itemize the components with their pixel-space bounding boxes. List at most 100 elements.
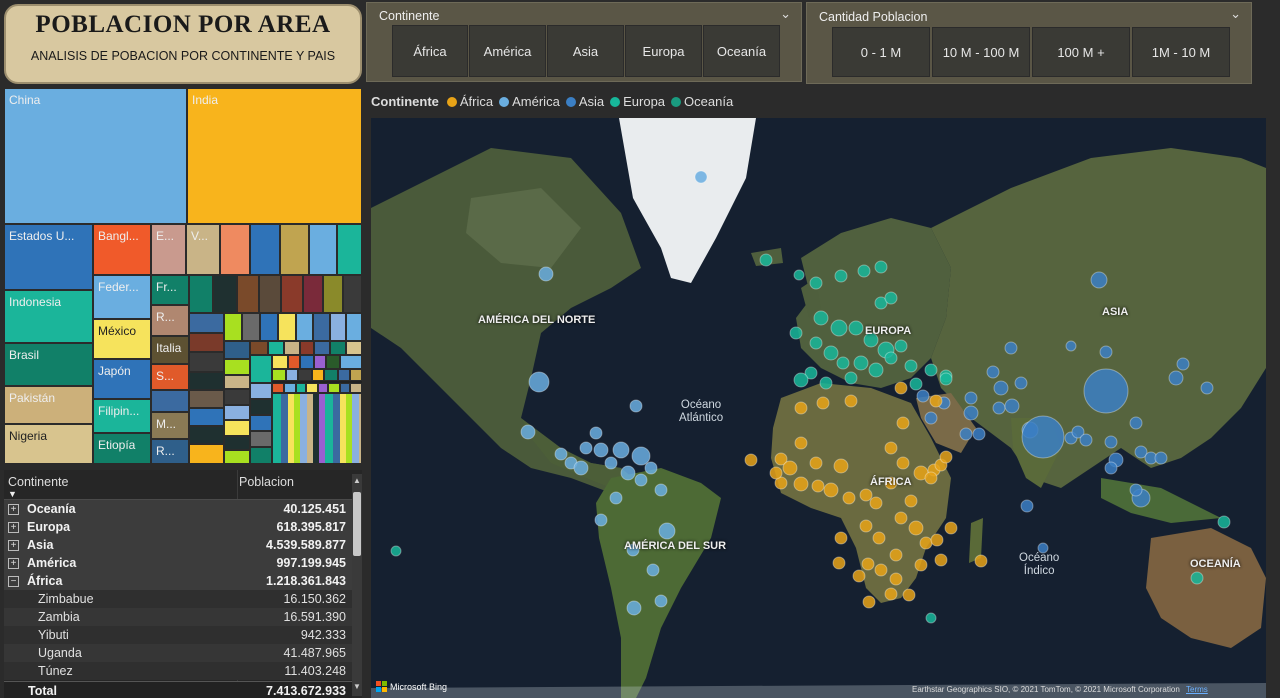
map-bubble[interactable]: [830, 319, 848, 337]
treemap-tile-pakistan[interactable]: Pakistán: [4, 386, 93, 424]
expand-icon[interactable]: +: [8, 539, 19, 551]
table-row-america[interactable]: + América 997.199.945: [4, 554, 352, 572]
slicer-option-10m-100m[interactable]: 10 M - 100 M: [932, 27, 1030, 77]
legend-item-africa[interactable]: África: [460, 94, 493, 109]
map-bubble[interactable]: [904, 494, 918, 508]
map-bubble[interactable]: [909, 377, 923, 391]
map-bubble[interactable]: [1090, 271, 1108, 289]
expand-icon[interactable]: +: [8, 521, 19, 533]
map-bubble[interactable]: [889, 548, 903, 562]
map-bubble[interactable]: [842, 491, 856, 505]
legend-item-asia[interactable]: Asia: [579, 94, 604, 109]
slicer-option-asia[interactable]: Asia: [547, 25, 624, 77]
treemap-tile-china[interactable]: China: [4, 88, 187, 224]
slicer-option-1m-10m[interactable]: 1M - 10 M: [1132, 27, 1230, 77]
map-bubble[interactable]: [809, 276, 823, 290]
map-bubble[interactable]: [1099, 345, 1113, 359]
map-bubble[interactable]: [908, 520, 924, 536]
map-bubble[interactable]: [1129, 483, 1143, 497]
map-bubble[interactable]: [993, 380, 1009, 396]
scroll-up-icon[interactable]: ▲: [353, 476, 361, 485]
slicer-option-100m-plus[interactable]: 100 M +: [1032, 27, 1130, 77]
table-row-europa[interactable]: + Europa 618.395.817: [4, 518, 352, 536]
map-bubble[interactable]: [579, 441, 593, 455]
terms-link[interactable]: Terms: [1186, 685, 1208, 694]
map-bubble[interactable]: [872, 531, 886, 545]
map-bubble[interactable]: [964, 391, 978, 405]
map-bubble[interactable]: [816, 396, 830, 410]
map-bubble[interactable]: [629, 399, 643, 413]
column-header-poblacion[interactable]: Poblacion: [239, 475, 294, 489]
expand-icon[interactable]: +: [8, 557, 19, 569]
table-row-africa[interactable]: − África 1.218.361.843: [4, 572, 352, 590]
map-bubble[interactable]: [862, 595, 876, 609]
scroll-down-icon[interactable]: ▼: [353, 682, 361, 691]
map-bubble[interactable]: [896, 456, 910, 470]
collapse-icon[interactable]: −: [8, 575, 19, 587]
map-bubble[interactable]: [992, 401, 1006, 415]
treemap-tile-francia[interactable]: Fr...: [151, 275, 189, 305]
map-bubble[interactable]: [853, 355, 869, 371]
table-row-yibuti[interactable]: Yibuti 942.333: [4, 626, 352, 644]
map-bubble[interactable]: [823, 482, 839, 498]
map-bubble[interactable]: [789, 326, 803, 340]
map-bubble[interactable]: [593, 442, 609, 458]
column-header-continente[interactable]: Continente: [8, 475, 68, 489]
treemap-tile-v[interactable]: V...: [186, 224, 220, 275]
map-bubble[interactable]: [963, 405, 979, 421]
treemap-tile-india[interactable]: India: [187, 88, 362, 224]
map-bubble[interactable]: [782, 460, 798, 476]
map-bubble[interactable]: [612, 441, 630, 459]
map-bubble[interactable]: [934, 553, 948, 567]
map-bubble[interactable]: [1176, 357, 1190, 371]
map-bubble[interactable]: [1168, 370, 1184, 386]
map-bubble[interactable]: [1104, 461, 1118, 475]
map-bubble[interactable]: [924, 471, 938, 485]
map-bubble[interactable]: [874, 260, 888, 274]
treemap-tile-italia[interactable]: Italia: [151, 336, 189, 364]
world-map[interactable]: AMÉRICA DEL NORTE EUROPA ASIA ÁFRICA AMÉ…: [371, 118, 1266, 698]
map-bubble[interactable]: [884, 291, 898, 305]
map-bubble[interactable]: [986, 365, 1000, 379]
map-bubble[interactable]: [904, 359, 918, 373]
map-bubble[interactable]: [1079, 433, 1093, 447]
map-bubble[interactable]: [1217, 515, 1231, 529]
table-scrollbar[interactable]: ▲ ▼: [352, 474, 362, 696]
map-bubble[interactable]: [1014, 376, 1028, 390]
map-bubble[interactable]: [930, 533, 944, 547]
map-bubble[interactable]: [809, 336, 823, 350]
map-bubble[interactable]: [869, 496, 883, 510]
map-bubble[interactable]: [974, 554, 988, 568]
map-bubble[interactable]: [626, 600, 642, 616]
map-bubble[interactable]: [744, 453, 758, 467]
map-bubble[interactable]: [658, 522, 676, 540]
map-bubble[interactable]: [609, 491, 623, 505]
treemap-tile-mexico[interactable]: México: [93, 319, 151, 359]
map-bubble[interactable]: [972, 427, 986, 441]
table-row-uganda[interactable]: Uganda 41.487.965: [4, 644, 352, 662]
map-bubble[interactable]: [620, 465, 636, 481]
slicer-option-0-1m[interactable]: 0 - 1 M: [832, 27, 930, 77]
treemap-tile-etiopia[interactable]: Etiopía: [93, 433, 151, 464]
chevron-down-icon[interactable]: ⌄: [780, 6, 791, 22]
legend-item-oceania[interactable]: Oceanía: [684, 94, 733, 109]
map-bubble[interactable]: [809, 456, 823, 470]
map-bubble[interactable]: [813, 310, 829, 326]
map-bubble[interactable]: [916, 389, 930, 403]
map-bubble[interactable]: [589, 426, 603, 440]
map-bubble[interactable]: [919, 536, 933, 550]
map-bubble[interactable]: [1083, 368, 1129, 414]
map-bubble[interactable]: [520, 424, 536, 440]
map-bubble[interactable]: [929, 394, 943, 408]
map-bubble[interactable]: [834, 269, 848, 283]
map-bubble[interactable]: [924, 363, 938, 377]
map-bubble[interactable]: [631, 446, 651, 466]
map-bubble[interactable]: [594, 513, 608, 527]
map-bubble[interactable]: [914, 558, 928, 572]
map-bubble[interactable]: [573, 460, 589, 476]
treemap-tile-filipinas[interactable]: Filipin...: [93, 399, 151, 433]
slicer-option-europa[interactable]: Europa: [625, 25, 702, 77]
map-bubble[interactable]: [925, 612, 937, 624]
table-row-zimbabue[interactable]: Zimbabue 16.150.362: [4, 590, 352, 608]
map-bubble[interactable]: [857, 264, 871, 278]
